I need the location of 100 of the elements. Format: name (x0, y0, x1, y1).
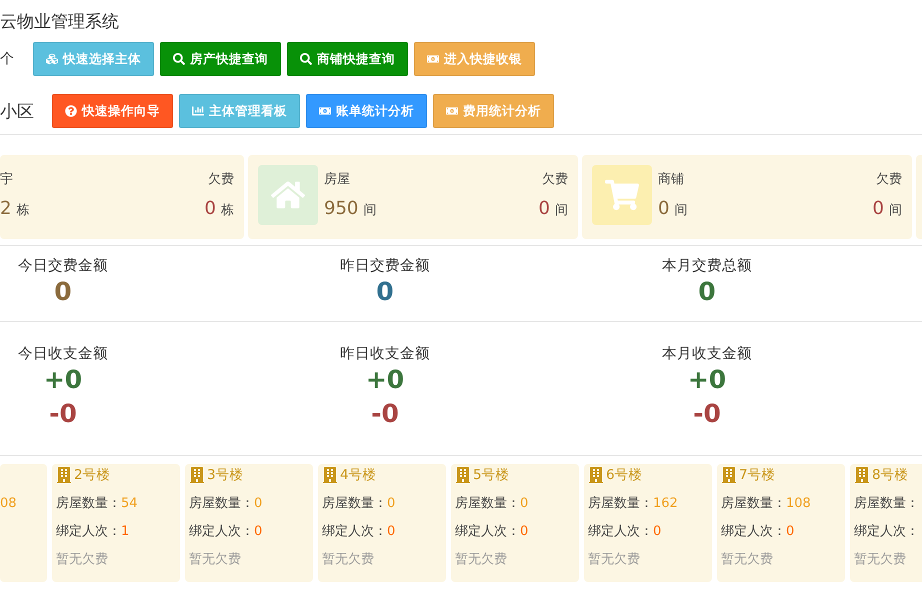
quick-button[interactable]: 账单统计分析 (306, 94, 427, 128)
unit-label: 栋 (16, 203, 30, 218)
stat-label: 今日交费金额 (18, 256, 108, 275)
bound-count: 0 (520, 524, 528, 539)
field-label: 房屋数量： (189, 496, 254, 511)
quick-button[interactable]: 主体管理看板 (179, 94, 300, 128)
card-label: 房屋 (324, 171, 350, 188)
card-label: 商铺 (658, 171, 684, 188)
stat-label: 本月收支金额 (662, 344, 752, 363)
building-name: 2号楼 (56, 466, 176, 484)
building-name: 6号楼 (588, 466, 708, 484)
count-value: 2 (0, 198, 12, 219)
field-label: 绑定人次： (56, 524, 121, 539)
arrears-note: 暂无欠费 (56, 551, 109, 568)
income-value: +0 (366, 364, 404, 396)
banknote-icon (446, 105, 458, 117)
house-count: 08 (0, 496, 18, 511)
building-icon (854, 467, 870, 483)
field-label: 房屋数量： (455, 496, 520, 511)
stat-label: 本月交费总额 (662, 256, 752, 275)
row-label: 个 (0, 50, 15, 68)
arrears-note: 暂无欠费 (854, 551, 907, 568)
expense-value: -0 (371, 398, 399, 430)
search-icon (300, 53, 312, 65)
cubes-icon (46, 53, 58, 65)
field-label: 绑定人次： (455, 524, 520, 539)
banknote-icon (319, 105, 331, 117)
quick-button[interactable]: 商铺快捷查询 (287, 42, 408, 76)
house-count: 0 (387, 496, 396, 511)
arrears-note: 暂无欠费 (455, 551, 508, 568)
quick-button[interactable]: 进入快捷收银 (414, 42, 535, 76)
question-icon (65, 105, 77, 117)
unit-label: 间 (889, 203, 902, 218)
expense-value: -0 (693, 398, 721, 430)
building-name: 7号楼 (721, 466, 841, 484)
unit-label: 栋 (221, 203, 234, 218)
stat-label: 昨日收支金额 (340, 344, 430, 363)
building-name: 8号楼 (854, 466, 922, 484)
bound-count: 0 (653, 524, 662, 539)
field-label: 房屋数量： (721, 496, 786, 511)
field-label: 绑定人次： (322, 524, 387, 539)
row-label: 小区 (0, 100, 35, 122)
bound-count: 0 (387, 524, 396, 539)
bound-count: 0 (786, 524, 794, 539)
count-value: 950 (324, 198, 358, 219)
building-icon (721, 467, 737, 483)
quick-button[interactable]: 费用统计分析 (433, 94, 554, 128)
house-count: 162 (653, 496, 678, 511)
arrears-note: 暂无欠费 (322, 551, 375, 568)
owed-value: 0 (872, 198, 884, 219)
system-title: 云物业管理系统 (0, 11, 120, 34)
quick-button[interactable]: 快速操作向导 (52, 94, 173, 128)
unit-label: 间 (555, 203, 568, 218)
bound-count: 0 (254, 524, 262, 539)
arrears-note: 暂无欠费 (588, 551, 641, 568)
field-label: 绑定人次： (721, 524, 786, 539)
field-label: 房屋数量： (322, 496, 387, 511)
field-label: 房屋数量： (588, 496, 653, 511)
field-label: 绑定人次： (189, 524, 254, 539)
income-value: +0 (688, 364, 726, 396)
arrears-note: 暂无欠费 (189, 551, 242, 568)
quick-button[interactable]: 房产快捷查询 (160, 42, 281, 76)
owed-label: 欠费 (208, 171, 234, 188)
house-count: 0 (520, 496, 528, 511)
quick-button[interactable]: 快速选择主体 (33, 42, 154, 76)
owed-value: 0 (538, 198, 550, 219)
owed-label: 欠费 (542, 171, 568, 188)
building-name: 3号楼 (189, 466, 309, 484)
unit-label: 间 (363, 203, 376, 218)
house-count: 0 (254, 496, 262, 511)
search-icon (173, 53, 185, 65)
card-label: 宇 (0, 171, 13, 188)
house-count: 54 (121, 496, 138, 511)
field-label: 房屋数量： (854, 496, 919, 511)
stat-value: 0 (376, 276, 394, 308)
owed-value: 0 (204, 198, 216, 219)
arrears-note: 暂无欠费 (721, 551, 774, 568)
house-count: 108 (786, 496, 811, 511)
building-icon (588, 467, 604, 483)
bound-count: 1 (121, 524, 130, 539)
building-icon (322, 467, 338, 483)
building-name: 4号楼 (322, 466, 442, 484)
count-value: 0 (658, 198, 670, 219)
building-icon (189, 467, 205, 483)
field-label: 绑定人次： (854, 524, 919, 539)
building-icon (455, 467, 471, 483)
building-name: 5号楼 (455, 466, 575, 484)
cart-icon (592, 165, 652, 225)
house-icon (258, 165, 318, 225)
stat-label: 昨日交费金额 (340, 256, 430, 275)
field-label: 房屋数量： (56, 496, 121, 511)
stat-value: 0 (698, 276, 716, 308)
bar-chart-icon (192, 105, 204, 117)
income-value: +0 (44, 364, 82, 396)
banknote-icon (427, 53, 439, 65)
unit-label: 间 (674, 203, 688, 218)
building-icon (56, 467, 72, 483)
stat-label: 今日收支金额 (18, 344, 108, 363)
owed-label: 欠费 (876, 171, 902, 188)
expense-value: -0 (49, 398, 77, 430)
